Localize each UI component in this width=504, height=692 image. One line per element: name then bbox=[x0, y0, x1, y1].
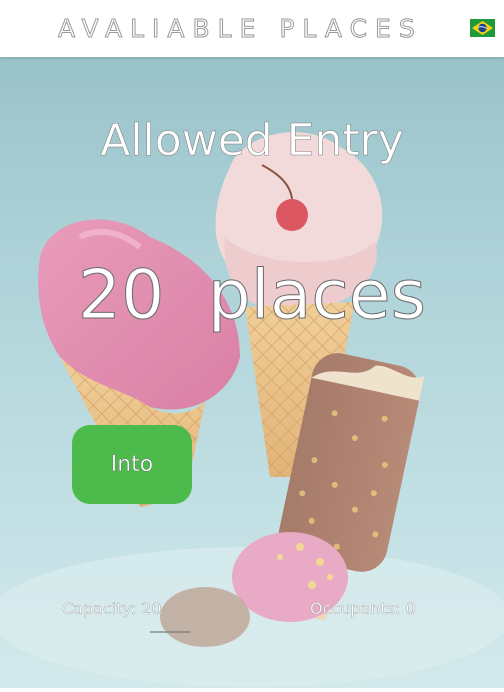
available-places-count: 20 places bbox=[77, 256, 427, 335]
page-title: AVALIABLE PLACES bbox=[58, 14, 423, 44]
scroll-indicator bbox=[150, 631, 190, 633]
into-button[interactable]: Into bbox=[72, 425, 192, 504]
app-header: AVALIABLE PLACES bbox=[0, 0, 504, 57]
brazil-flag-icon[interactable] bbox=[470, 19, 495, 37]
main-screen: Allowed Entry 20 places Into Capacity: 2… bbox=[0, 57, 504, 688]
occupants-label: Occupants: 0 bbox=[310, 599, 416, 618]
capacity-label: Capacity: 20 bbox=[62, 599, 162, 618]
allowed-entry-heading: Allowed Entry bbox=[100, 115, 404, 167]
